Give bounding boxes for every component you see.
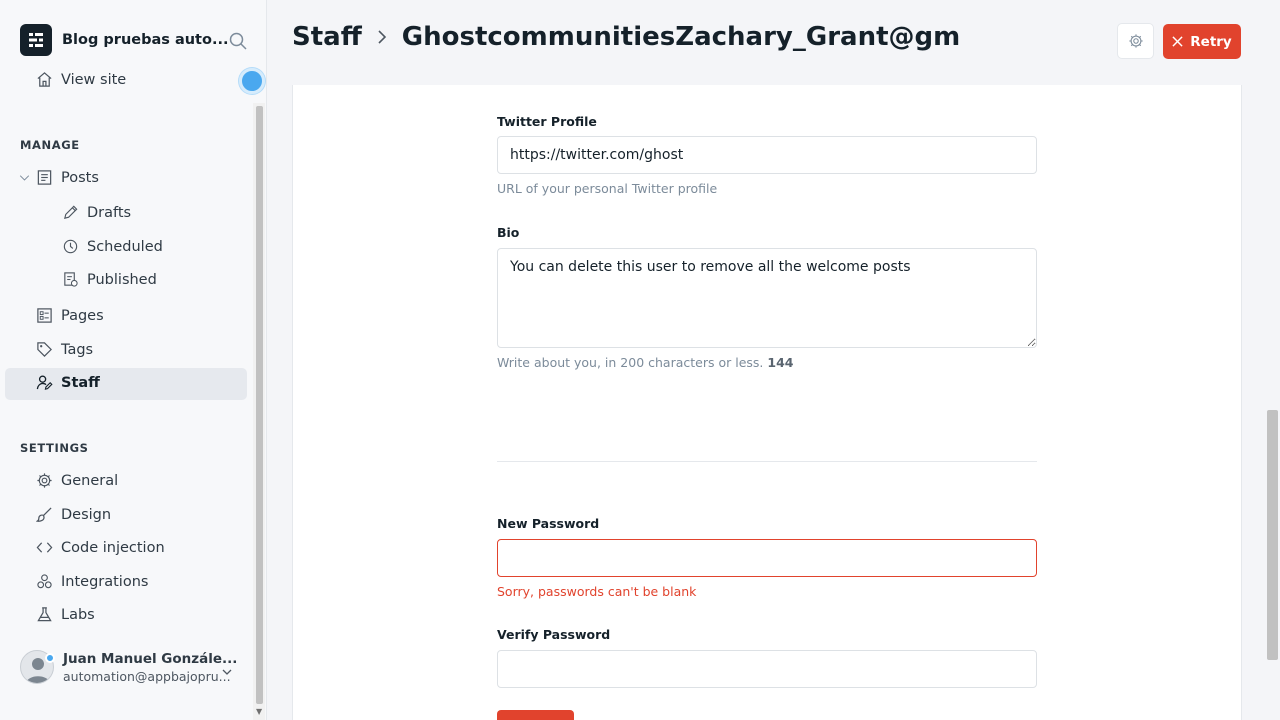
scroll-down-arrow-icon[interactable]: ▼ (256, 707, 262, 716)
nav-published-label: Published (87, 271, 157, 288)
integrations-icon (37, 574, 52, 589)
bio-textarea[interactable]: You can delete this user to remove all t… (497, 248, 1037, 348)
breadcrumb-staff-link[interactable]: Staff (292, 22, 362, 52)
page-title: GhostcommunitiesZachary_Grant@gm (401, 22, 961, 52)
close-icon (1172, 36, 1183, 47)
clock-icon (63, 239, 78, 254)
tag-icon (37, 342, 52, 357)
retry-button[interactable]: Retry (1163, 24, 1241, 59)
user-name: Juan Manuel Gonzále... (63, 650, 238, 667)
new-password-error: Sorry, passwords can't be blank (497, 584, 697, 599)
blog-brand[interactable]: Blog pruebas auto... (20, 24, 228, 56)
main-scrollbar[interactable] (1267, 410, 1278, 660)
twitter-profile-label: Twitter Profile (497, 114, 597, 129)
nav-view-site[interactable]: View site (36, 71, 126, 88)
verify-password-label: Verify Password (497, 627, 611, 642)
nav-design[interactable]: Design (36, 506, 111, 523)
nav-drafts[interactable]: Drafts (62, 204, 131, 221)
gear-icon (1128, 34, 1143, 48)
nav-general[interactable]: General (36, 472, 118, 489)
change-password-button[interactable] (497, 710, 574, 720)
nav-integrations[interactable]: Integrations (36, 573, 148, 590)
search-icon[interactable] (228, 31, 248, 51)
bio-label: Bio (497, 225, 520, 240)
brush-icon (36, 507, 52, 522)
nav-tags-label: Tags (61, 341, 94, 358)
nav-view-site-label: View site (61, 71, 127, 88)
nav-code-injection[interactable]: Code injection (36, 539, 165, 556)
nav-staff[interactable]: Staff (36, 374, 100, 391)
section-manage: MANAGE (20, 138, 80, 152)
nav-scheduled[interactable]: Scheduled (62, 238, 163, 255)
home-icon (37, 72, 52, 87)
user-email: automation@appbajopru... (63, 668, 231, 684)
nav-code-injection-label: Code injection (61, 539, 165, 556)
twitter-profile-input[interactable] (497, 136, 1037, 174)
nav-design-label: Design (61, 506, 112, 523)
nav-drafts-label: Drafts (87, 204, 132, 221)
nav-pages[interactable]: Pages (36, 307, 104, 324)
staff-settings-card (292, 85, 1242, 720)
loading-indicator (239, 68, 265, 94)
nav-posts[interactable]: Posts (19, 169, 99, 186)
nav-pages-label: Pages (61, 307, 104, 324)
nav-tags[interactable]: Tags (36, 341, 93, 358)
sidebar-scrollbar[interactable] (256, 106, 263, 704)
new-password-input[interactable] (497, 539, 1037, 577)
nav-general-label: General (61, 472, 119, 489)
new-password-label: New Password (497, 516, 600, 531)
chevron-down-icon[interactable] (221, 666, 233, 678)
posts-icon (37, 170, 52, 185)
nav-scheduled-label: Scheduled (87, 238, 163, 255)
bio-hint: Write about you, in 200 characters or le… (497, 355, 793, 370)
bio-hint-text: Write about you, in 200 characters or le… (497, 355, 764, 370)
nav-posts-label: Posts (61, 169, 99, 186)
nav-integrations-label: Integrations (61, 573, 149, 590)
published-icon (64, 272, 78, 287)
blog-logo-icon (20, 24, 52, 56)
online-status-dot (45, 653, 55, 663)
chevron-right-icon (378, 30, 386, 44)
nav-labs-label: Labs (61, 606, 95, 623)
nav-labs[interactable]: Labs (36, 606, 95, 623)
section-settings: SETTINGS (20, 441, 89, 455)
retry-button-label: Retry (1190, 33, 1232, 50)
verify-password-input[interactable] (497, 650, 1037, 688)
page-header: Staff GhostcommunitiesZachary_Grant@gm R… (268, 0, 1280, 84)
bio-char-count: 144 (767, 355, 794, 370)
section-divider (497, 461, 1037, 462)
blog-title: Blog pruebas auto... (62, 32, 229, 48)
chevron-down-icon[interactable] (19, 172, 30, 183)
breadcrumb: Staff GhostcommunitiesZachary_Grant@gm (292, 22, 960, 52)
gear-icon (37, 473, 52, 488)
pencil-icon (64, 205, 78, 219)
pages-icon (37, 308, 52, 323)
sidebar: Blog pruebas auto... View site ▼ MANAGE … (0, 0, 267, 720)
flask-icon (37, 607, 52, 622)
staff-icon (36, 375, 53, 390)
twitter-profile-hint: URL of your personal Twitter profile (497, 181, 718, 196)
nav-staff-label: Staff (61, 374, 100, 391)
nav-published[interactable]: Published (62, 271, 157, 288)
user-actions-button[interactable] (1117, 23, 1154, 59)
code-icon (36, 542, 53, 553)
